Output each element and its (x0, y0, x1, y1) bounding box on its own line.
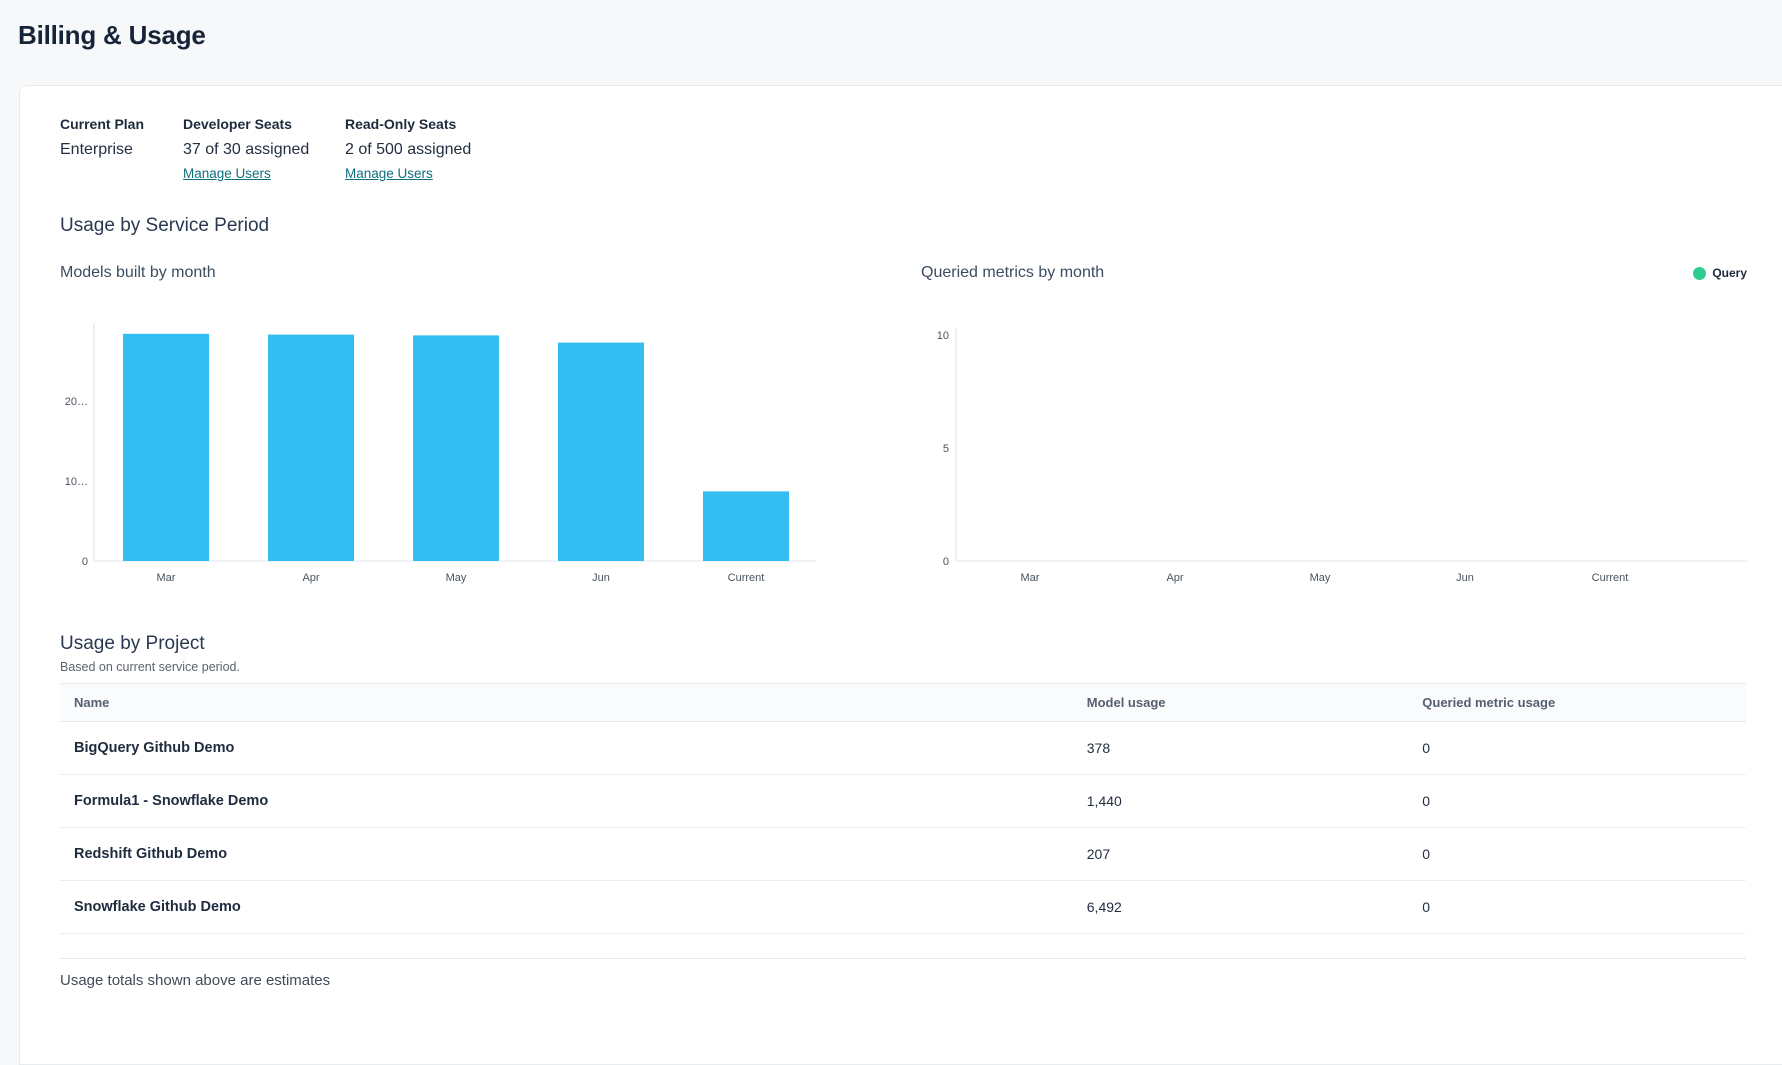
page-title: Billing & Usage (0, 0, 1782, 51)
developer-seats-label: Developer Seats (183, 116, 345, 132)
usage-by-project-table: Name Model usage Queried metric usage Bi… (60, 683, 1746, 934)
svg-text:May: May (446, 572, 467, 584)
cell-model: 1,440 (1087, 775, 1423, 828)
current-plan-label: Current Plan (60, 116, 183, 132)
table-header-row: Name Model usage Queried metric usage (60, 684, 1746, 722)
svg-text:Mar: Mar (1021, 572, 1040, 584)
usage-by-project-heading: Usage by Project (60, 633, 1746, 655)
svg-text:Jun: Jun (592, 572, 610, 584)
models-built-chart: 0 10… 20… Mar Apr May Jun Current (60, 293, 816, 587)
developer-seats-value: 37 of 30 assigned (183, 141, 345, 159)
cell-queried: 0 (1422, 828, 1746, 881)
cell-model: 378 (1087, 722, 1423, 775)
manage-users-link-readonly[interactable]: Manage Users (345, 166, 433, 181)
cell-name: Snowflake Github Demo (60, 881, 1087, 934)
models-built-chart-title: Models built by month (60, 264, 216, 282)
svg-text:Mar: Mar (157, 572, 176, 584)
svg-text:Apr: Apr (302, 572, 319, 584)
billing-card: Current Plan Enterprise Developer Seats … (19, 85, 1782, 1065)
column-header-model: Model usage (1087, 684, 1423, 722)
cell-name: BigQuery Github Demo (60, 722, 1087, 775)
cell-name: Redshift Github Demo (60, 828, 1087, 881)
svg-text:0: 0 (82, 556, 88, 568)
queried-metrics-chart-title: Queried metrics by month (921, 264, 1104, 282)
svg-text:Current: Current (1592, 572, 1629, 584)
models-built-chart-box: Models built by month 0 10… 20… Mar Apr May Ju… (60, 261, 816, 587)
query-legend-label: Query (1712, 266, 1747, 280)
queried-metrics-chart-box: Queried metrics by month Query 0 5 10 Mar Ap… (921, 261, 1747, 587)
plan-info-row: Current Plan Enterprise Developer Seats … (60, 116, 1746, 181)
cell-model: 207 (1087, 828, 1423, 881)
cell-queried: 0 (1422, 722, 1746, 775)
svg-text:0: 0 (943, 556, 949, 568)
svg-text:20…: 20… (65, 396, 88, 408)
current-plan-column: Current Plan Enterprise (60, 116, 183, 159)
current-plan-value: Enterprise (60, 141, 183, 159)
usage-footnote: Usage totals shown above are estimates (60, 972, 1746, 989)
svg-text:Apr: Apr (1166, 572, 1183, 584)
table-row: Snowflake Github Demo6,4920 (60, 881, 1746, 934)
cell-model: 6,492 (1087, 881, 1423, 934)
manage-users-link-developer[interactable]: Manage Users (183, 166, 271, 181)
table-body: BigQuery Github Demo3780Formula1 - Snowf… (60, 722, 1746, 934)
svg-text:May: May (1310, 572, 1331, 584)
charts-row: Models built by month 0 10… 20… Mar Apr May Ju… (60, 261, 1746, 587)
query-legend-dot-icon (1693, 267, 1706, 280)
svg-text:10: 10 (937, 330, 949, 342)
svg-text:5: 5 (943, 443, 949, 455)
readonly-seats-value: 2 of 500 assigned (345, 141, 471, 159)
readonly-seats-label: Read-Only Seats (345, 116, 471, 132)
usage-by-service-period-heading: Usage by Service Period (60, 215, 1746, 237)
queried-metrics-chart: 0 5 10 Mar Apr May Jun Current (921, 293, 1747, 587)
chart-legend: Query (1693, 266, 1747, 280)
cell-queried: 0 (1422, 775, 1746, 828)
column-header-name: Name (60, 684, 1087, 722)
cell-queried: 0 (1422, 881, 1746, 934)
bottom-divider (60, 958, 1746, 959)
table-row: Formula1 - Snowflake Demo1,4400 (60, 775, 1746, 828)
svg-text:10…: 10… (65, 476, 88, 488)
column-header-queried: Queried metric usage (1422, 684, 1746, 722)
readonly-seats-column: Read-Only Seats 2 of 500 assigned Manage… (345, 116, 471, 181)
cell-name: Formula1 - Snowflake Demo (60, 775, 1087, 828)
developer-seats-column: Developer Seats 37 of 30 assigned Manage… (183, 116, 345, 181)
svg-text:Current: Current (728, 572, 765, 584)
table-row: BigQuery Github Demo3780 (60, 722, 1746, 775)
table-row: Redshift Github Demo2070 (60, 828, 1746, 881)
svg-text:Jun: Jun (1456, 572, 1474, 584)
usage-by-project-subtitle: Based on current service period. (60, 660, 1746, 674)
